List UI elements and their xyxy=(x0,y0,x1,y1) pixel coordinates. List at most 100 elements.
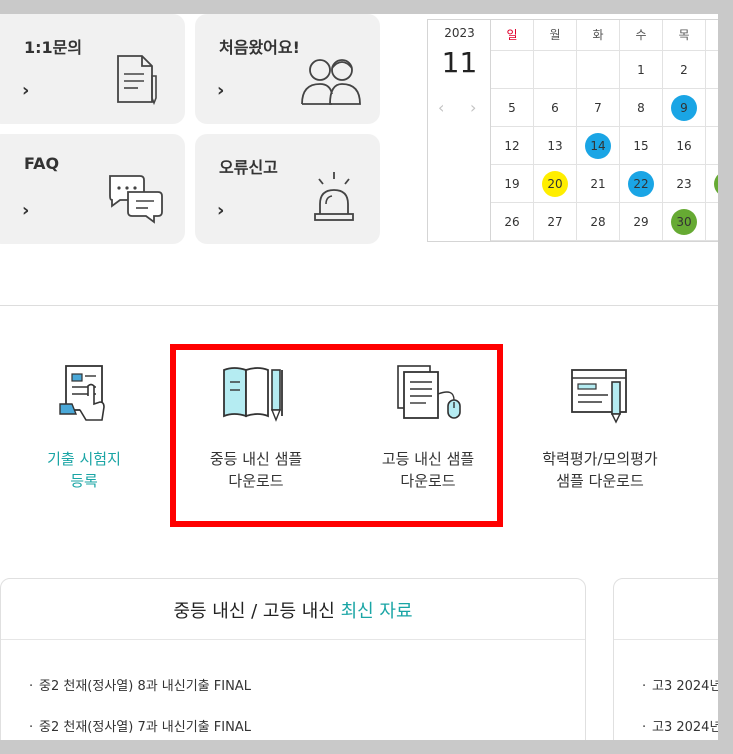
error-report-tile[interactable]: 오류신고 › xyxy=(195,134,380,244)
calendar-day[interactable]: 27 xyxy=(534,203,577,241)
browser-pencil-icon xyxy=(571,369,627,424)
list-item[interactable]: · 고3 2024년 xyxy=(642,716,718,735)
calendar-year: 2023 xyxy=(444,26,475,40)
latest-panel-title-accent: 최신 자료 xyxy=(340,601,413,622)
calendar-day-number: 26 xyxy=(504,215,520,229)
calendar-day-number: 23 xyxy=(676,177,692,191)
list-item[interactable]: · 중2 천재(정사열) 7과 내신기출 FINAL xyxy=(29,716,251,735)
calendar-day[interactable]: 6 xyxy=(534,89,577,127)
calendar-day[interactable]: 14 xyxy=(577,127,620,165)
service-mock-sample-label: 학력평가/모의평가 샘플 다운로드 xyxy=(530,448,670,492)
calendar-day-number: 28 xyxy=(590,215,606,229)
calendar-month: 11 xyxy=(441,46,478,79)
calendar-weekday: 화 xyxy=(577,20,620,51)
calendar-day-number: 19 xyxy=(504,177,520,191)
calendar-day[interactable]: 13 xyxy=(534,127,577,165)
calendar-day xyxy=(706,203,718,241)
calendar-day-number: 17 xyxy=(714,133,718,159)
calendar-day-number: 5 xyxy=(508,101,516,115)
calendar-day[interactable]: 20 xyxy=(534,165,577,203)
calendar-day[interactable]: 9 xyxy=(663,89,706,127)
list-item-text: 중2 천재(정사열) 8과 내신기출 FINAL xyxy=(39,679,251,694)
service-exam-register-label: 기출 시험지 등록 xyxy=(14,448,154,492)
calendar-day[interactable]: 10 xyxy=(706,89,718,127)
calendar-day[interactable]: 19 xyxy=(491,165,534,203)
calendar-day-number: 29 xyxy=(633,215,649,229)
inquiry-tile-arrow: › xyxy=(22,80,30,101)
calendar-day xyxy=(577,51,620,89)
inquiry-tile[interactable]: 1:1문의 › xyxy=(0,14,185,124)
bullet: · xyxy=(642,720,647,735)
calendar-day[interactable]: 12 xyxy=(491,127,534,165)
highlight-box xyxy=(170,344,503,527)
calendar-day-number: 3 xyxy=(714,57,718,83)
calendar-day[interactable]: 17 xyxy=(706,127,718,165)
latest-panel-title-main: 중등 내신 / 고등 내신 xyxy=(173,601,341,622)
calendar-day-number: 22 xyxy=(628,171,654,197)
calendar-day[interactable]: 22 xyxy=(620,165,663,203)
calendar-day-number: 9 xyxy=(671,95,697,121)
calendar-day-number: 24 xyxy=(714,171,718,197)
calendar-day[interactable]: 15 xyxy=(620,127,663,165)
calendar-day[interactable]: 7 xyxy=(577,89,620,127)
faq-tile[interactable]: FAQ › xyxy=(0,134,185,244)
calendar-day-number: 2 xyxy=(680,63,688,77)
calendar-day-number: 7 xyxy=(594,101,602,115)
calendar-day-number: 6 xyxy=(551,101,559,115)
calendar-day xyxy=(491,51,534,89)
calendar-day[interactable]: 23 xyxy=(663,165,706,203)
calendar-day[interactable]: 1 xyxy=(620,51,663,89)
panel-separator xyxy=(1,639,585,640)
list-item[interactable]: · 고3 2024년 xyxy=(642,675,718,694)
right-materials-panel: · 고3 2024년 · 고3 2024년 xyxy=(613,578,718,740)
calendar-day[interactable]: 8 xyxy=(620,89,663,127)
calendar-day-number: 20 xyxy=(542,171,568,197)
calendar-weekday: 목 xyxy=(663,20,706,51)
calendar-day-number: 16 xyxy=(676,139,692,153)
calendar-day[interactable]: 29 xyxy=(620,203,663,241)
faq-tile-title: FAQ xyxy=(24,154,60,173)
calendar-day[interactable]: 21 xyxy=(577,165,620,203)
error-report-tile-title: 오류신고 xyxy=(219,158,278,177)
calendar-day[interactable]: 28 xyxy=(577,203,620,241)
calendar-day[interactable]: 26 xyxy=(491,203,534,241)
calendar-weekday: 월 xyxy=(534,20,577,51)
calendar-prev-button[interactable]: ‹ xyxy=(438,98,444,117)
calendar-day-number: 15 xyxy=(633,139,649,153)
page: 1:1문의 › 처음왔어요! › FAQ › 오류신고 › 2023 11 ‹ … xyxy=(0,14,718,740)
bullet: · xyxy=(642,679,647,694)
calendar-next-button[interactable]: › xyxy=(470,98,476,117)
calendar-day xyxy=(534,51,577,89)
chat-bubbles-icon xyxy=(109,175,163,224)
service-label-line: 기출 시험지 xyxy=(47,450,121,468)
calendar-weekday: 일 xyxy=(491,20,534,51)
calendar-day[interactable]: 5 xyxy=(491,89,534,127)
calendar-day[interactable]: 3 xyxy=(706,51,718,89)
calendar-day[interactable]: 24 xyxy=(706,165,718,203)
calendar-day-number: 1 xyxy=(637,63,645,77)
siren-icon xyxy=(314,172,354,221)
first-visit-tile[interactable]: 처음왔어요! › xyxy=(195,14,380,124)
document-pen-icon xyxy=(117,55,157,106)
faq-tile-arrow: › xyxy=(22,200,30,221)
error-report-tile-arrow: › xyxy=(217,200,225,221)
two-people-icon xyxy=(301,59,361,105)
calendar-day[interactable]: 16 xyxy=(663,127,706,165)
panel-separator xyxy=(614,639,718,640)
bullet: · xyxy=(29,679,34,694)
calendar-day-number: 13 xyxy=(547,139,563,153)
calendar-day-number: 10 xyxy=(714,95,718,121)
calendar-day[interactable]: 2 xyxy=(663,51,706,89)
calendar-day[interactable]: 30 xyxy=(663,203,706,241)
service-label-line: 등록 xyxy=(70,472,98,490)
service-label-line: 샘플 다운로드 xyxy=(556,472,644,490)
calendar-weekday: 금 xyxy=(706,20,718,51)
calendar-day-number: 8 xyxy=(637,101,645,115)
calendar: 2023 11 ‹ › 일월화수목금1235678910121314151617… xyxy=(427,19,718,242)
exam-register-icon xyxy=(59,365,105,421)
calendar-day-number: 27 xyxy=(547,215,563,229)
service-label-line: 학력평가/모의평가 xyxy=(542,450,658,468)
latest-panel-title: 중등 내신 / 고등 내신 최신 자료 xyxy=(1,597,585,623)
inquiry-tile-title: 1:1문의 xyxy=(24,38,83,57)
list-item[interactable]: · 중2 천재(정사열) 8과 내신기출 FINAL xyxy=(29,675,251,694)
